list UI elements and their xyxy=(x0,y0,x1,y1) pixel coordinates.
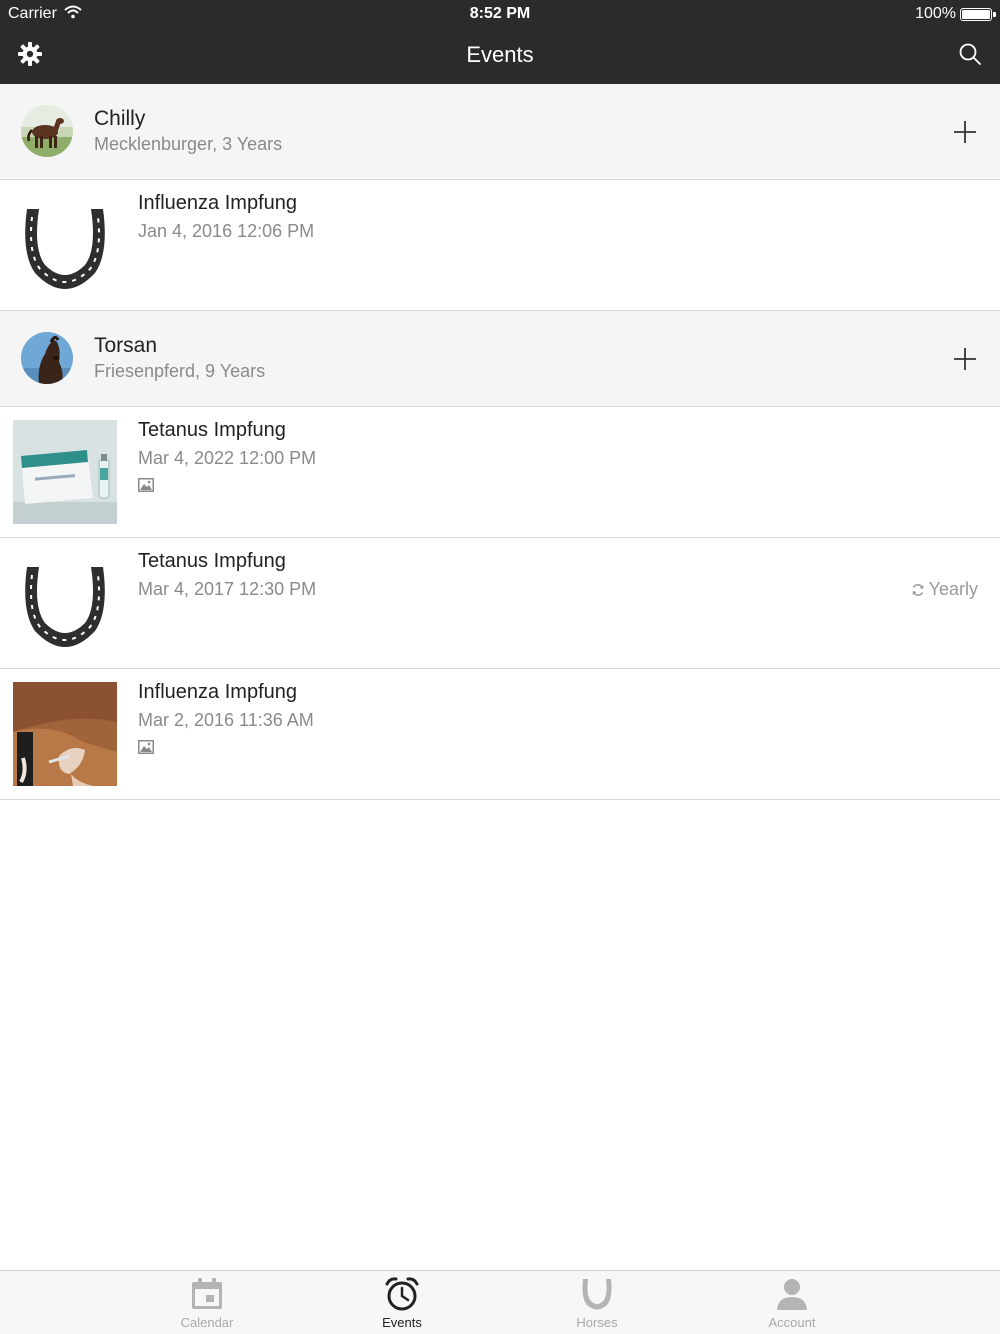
tab-label: Account xyxy=(768,1315,816,1330)
tab-label: Events xyxy=(382,1315,422,1330)
add-icon[interactable] xyxy=(952,119,978,145)
horseshoe-icon xyxy=(582,1279,612,1310)
image-attachment-icon xyxy=(138,740,154,754)
horse-section-header[interactable]: Chilly Mecklenburger, 3 Years xyxy=(0,84,1000,180)
event-row[interactable]: Tetanus Impfung Mar 4, 2022 12:00 PM xyxy=(0,407,1000,538)
horse-details: Mecklenburger, 3 Years xyxy=(94,134,283,154)
horse-avatar xyxy=(21,105,73,157)
person-icon xyxy=(777,1279,807,1310)
page-title: Events xyxy=(466,42,534,67)
status-bar: Carrier 8:52 PM 100% xyxy=(0,0,1000,28)
event-title: Influenza Impfung xyxy=(138,192,297,214)
repeat-indicator: Yearly xyxy=(911,579,978,600)
alarm-clock-icon xyxy=(385,1277,419,1311)
event-title: Tetanus Impfung xyxy=(138,550,286,572)
event-title: Tetanus Impfung xyxy=(138,419,286,441)
horseshoe-icon xyxy=(13,193,117,297)
battery-percentage: 100% xyxy=(915,5,956,22)
event-photo-thumbnail xyxy=(13,420,117,524)
event-date: Mar 4, 2017 12:30 PM xyxy=(138,579,317,599)
repeat-label: Yearly xyxy=(928,579,978,599)
navigation-bar: Carrier 8:52 PM 100% Events xyxy=(0,0,1000,84)
tab-account[interactable]: Account xyxy=(722,1271,862,1334)
horse-details: Friesenpferd, 9 Years xyxy=(94,361,266,381)
horse-name: Torsan xyxy=(94,334,158,357)
horse-name: Chilly xyxy=(94,107,146,130)
battery-icon xyxy=(960,8,996,21)
event-row[interactable]: Tetanus Impfung Mar 4, 2017 12:30 PM Yea… xyxy=(0,538,1000,669)
horseshoe-icon xyxy=(13,551,117,655)
event-row[interactable]: Influenza Impfung Mar 2, 2016 11:36 AM xyxy=(0,669,1000,800)
search-icon[interactable] xyxy=(958,42,982,66)
event-date: Mar 4, 2022 12:00 PM xyxy=(138,448,317,468)
add-icon[interactable] xyxy=(952,346,978,372)
tab-events[interactable]: Events xyxy=(332,1271,472,1334)
event-title: Influenza Impfung xyxy=(138,681,297,703)
calendar-icon xyxy=(192,1278,222,1309)
event-photo-thumbnail xyxy=(13,682,117,786)
events-list: Chilly Mecklenburger, 3 Years Influenza … xyxy=(0,84,1000,800)
event-date: Mar 2, 2016 11:36 AM xyxy=(138,710,314,730)
image-attachment-icon xyxy=(138,478,154,492)
repeat-icon xyxy=(912,583,924,596)
horse-avatar xyxy=(21,332,73,384)
tab-bar: Calendar Events Horses Account xyxy=(0,1270,1000,1334)
status-time: 8:52 PM xyxy=(469,5,531,22)
horse-section-header[interactable]: Torsan Friesenpferd, 9 Years xyxy=(0,311,1000,407)
tab-label: Calendar xyxy=(180,1315,234,1330)
event-date: Jan 4, 2016 12:06 PM xyxy=(138,221,315,241)
event-row[interactable]: Influenza Impfung Jan 4, 2016 12:06 PM xyxy=(0,180,1000,311)
tab-horses[interactable]: Horses xyxy=(527,1271,667,1334)
tab-label: Horses xyxy=(576,1315,618,1330)
tab-calendar[interactable]: Calendar xyxy=(137,1271,277,1334)
